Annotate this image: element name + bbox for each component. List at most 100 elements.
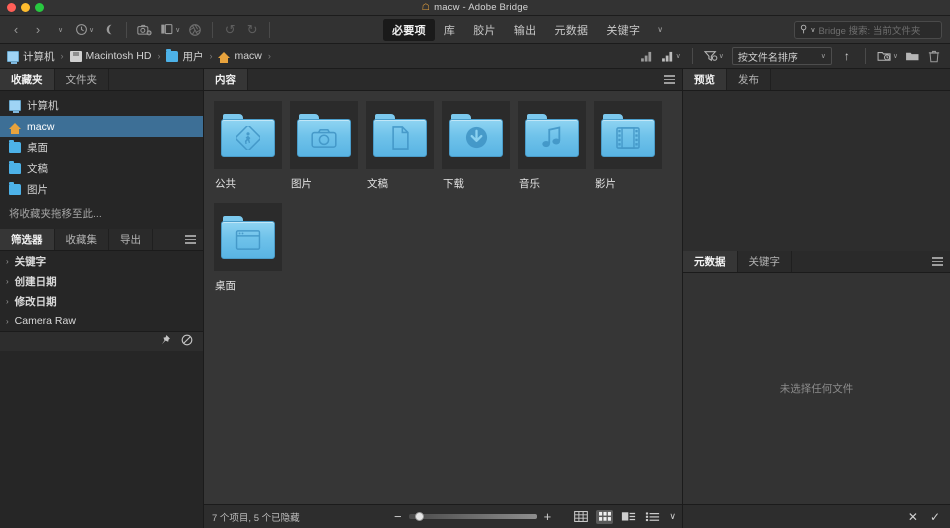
workspace-more-button[interactable]: ∨ [649,25,671,34]
favorite-item-pictures[interactable]: 图片 [0,179,203,200]
favorite-item-macw[interactable]: macw [0,116,203,137]
details-view-button[interactable] [620,510,637,524]
status-bar: 7 个项目, 5 个已隐藏 − + ∨ [204,504,682,528]
favorite-item-desktop[interactable]: 桌面 [0,137,203,158]
workspace-tab-output[interactable]: 输出 [505,19,546,41]
refine-button[interactable]: ∨ [157,19,183,41]
breadcrumb-item-users[interactable]: 用户 [166,48,203,64]
rotate-clockwise-button[interactable]: ↻ [242,19,262,41]
clear-filter-icon[interactable] [181,334,193,349]
view-more-button[interactable]: ∨ [669,511,676,522]
window-title-text: macw - Adobe Bridge [434,2,529,13]
tab-metadata[interactable]: 元数据 [683,251,738,272]
chevron-down-icon: ∨ [175,26,181,34]
rotate-counterclockwise-button[interactable]: ↺ [220,19,240,41]
grid-item-label: 文稿 [367,178,388,190]
favorite-item-computer[interactable]: 计算机 [0,95,203,116]
import-group: ∨ [134,19,205,41]
tab-publish[interactable]: 发布 [727,69,771,90]
main-toolbar: ‹ › ∨ ∨ ∨ ↺ ↻ 必要项 库 胶片 输出 元数据 关键字 ∨ ⚲ ∨ … [0,16,950,44]
tab-folders[interactable]: 文件夹 [55,69,109,90]
forward-button[interactable]: › [28,19,48,41]
thumbnail-size-slider[interactable] [408,512,537,522]
filter-row-date-created[interactable]: › 创建日期 [0,271,203,291]
toolbar-divider [269,21,271,38]
details-icon [622,512,636,521]
keep-filter-pin-icon[interactable] [159,334,171,349]
grid-view-button[interactable] [572,510,589,524]
filter-list: › 关键字 › 创建日期 › 修改日期 › Camera Raw [0,251,203,331]
list-view-button[interactable] [644,510,661,524]
grid-item-documents[interactable]: 文稿 [366,101,442,191]
metadata-empty-label: 未选择任何文件 [779,383,854,395]
workspace-tab-keywords[interactable]: 关键字 [597,19,649,41]
workspace-tab-libraries[interactable]: 库 [435,19,464,41]
filter-panel-menu-button[interactable] [185,229,196,250]
sort-dropdown[interactable]: 按文件名排序 ∨ [731,47,832,65]
tab-favorites[interactable]: 收藏夹 [0,69,55,90]
breadcrumb-item-computer[interactable]: 计算机 [7,49,55,64]
zoom-in-button[interactable]: + [544,509,552,524]
favorite-item-documents[interactable]: 文稿 [0,158,203,179]
zoom-out-button[interactable]: − [394,509,402,524]
breadcrumb-item-macintosh-hd[interactable]: Macintosh HD [69,50,151,62]
tab-keywords[interactable]: 关键字 [738,251,792,272]
grid-item-pictures[interactable]: 图片 [290,101,366,191]
grid-item-desktop[interactable]: 桌面 [214,203,290,293]
nav-dropdown-button[interactable]: ∨ [50,19,70,41]
pictures-folder-icon [297,113,351,157]
filter-items-button[interactable]: ∨ [701,45,727,67]
chevron-right-icon: › [6,316,9,326]
tab-export[interactable]: 导出 [109,229,153,250]
right-panel-column: 预览 发布 元数据 关键字 未选择任何文件 ✕ ✓ [683,69,950,528]
workspace-tab-metadata[interactable]: 元数据 [545,19,597,41]
thumbnail-view-button[interactable] [596,509,614,524]
filter-row-date-modified[interactable]: › 修改日期 [0,291,203,311]
workspace-tab-filmstrip[interactable]: 胶片 [464,19,505,41]
movies-folder-icon [601,113,655,157]
arrow-up-icon: ↑ [843,49,850,63]
back-button[interactable]: ‹ [6,19,26,41]
grid-item-label: 下载 [443,178,464,190]
computer-icon [7,50,19,64]
cancel-metadata-icon[interactable]: ✕ [908,510,918,524]
chevron-down-icon[interactable]: ∨ [810,26,815,34]
filter-row-camera-raw[interactable]: › Camera Raw [0,311,203,331]
search-box[interactable]: ⚲ ∨ Bridge 搜索: 当前文件夹 [794,20,942,39]
tab-content[interactable]: 内容 [204,69,248,90]
toolbar-divider [864,48,866,64]
filter-rating-dropdown[interactable]: ∨ [659,45,684,67]
breadcrumb-item-macw[interactable]: macw [218,50,262,63]
tab-collections[interactable]: 收藏集 [55,229,109,250]
tab-preview[interactable]: 预览 [683,69,727,90]
recent-folders-button[interactable]: ∨ [72,19,97,41]
grid-item-public[interactable]: 公共 [214,101,290,191]
get-photos-from-camera-button[interactable] [134,19,155,41]
metadata-panel-menu-button[interactable] [932,251,943,272]
sort-ascending-button[interactable]: ↑ [837,45,857,67]
grid-item-downloads[interactable]: 下载 [442,101,518,191]
search-input[interactable]: Bridge 搜索: 当前文件夹 [818,23,920,37]
delete-button[interactable] [924,45,944,67]
open-in-camera-raw-button[interactable] [185,19,205,41]
tab-filter[interactable]: 筛选器 [0,229,55,250]
hamburger-icon [185,235,196,244]
filter-rating-button[interactable] [638,45,658,67]
boomerang-button[interactable] [99,19,119,41]
new-folder-with-options-button[interactable]: ∨ [874,45,901,67]
preview-content [683,91,950,251]
chevron-down-icon: ∨ [718,53,724,60]
grid-icon [574,511,588,522]
workspace-tab-essentials[interactable]: 必要项 [383,18,435,41]
grid-item-music[interactable]: 音乐 [518,101,594,191]
grid-item-movies[interactable]: 影片 [594,101,670,191]
home-icon [9,122,21,134]
new-folder-button[interactable] [902,45,923,67]
apply-metadata-icon[interactable]: ✓ [930,510,940,524]
rating-bars-icon [641,51,652,62]
list-icon [646,512,660,522]
filter-row-keywords[interactable]: › 关键字 [0,251,203,271]
filter-row-label: 创建日期 [14,275,57,288]
content-panel-menu-button[interactable] [664,69,675,90]
slider-handle[interactable] [414,512,424,521]
